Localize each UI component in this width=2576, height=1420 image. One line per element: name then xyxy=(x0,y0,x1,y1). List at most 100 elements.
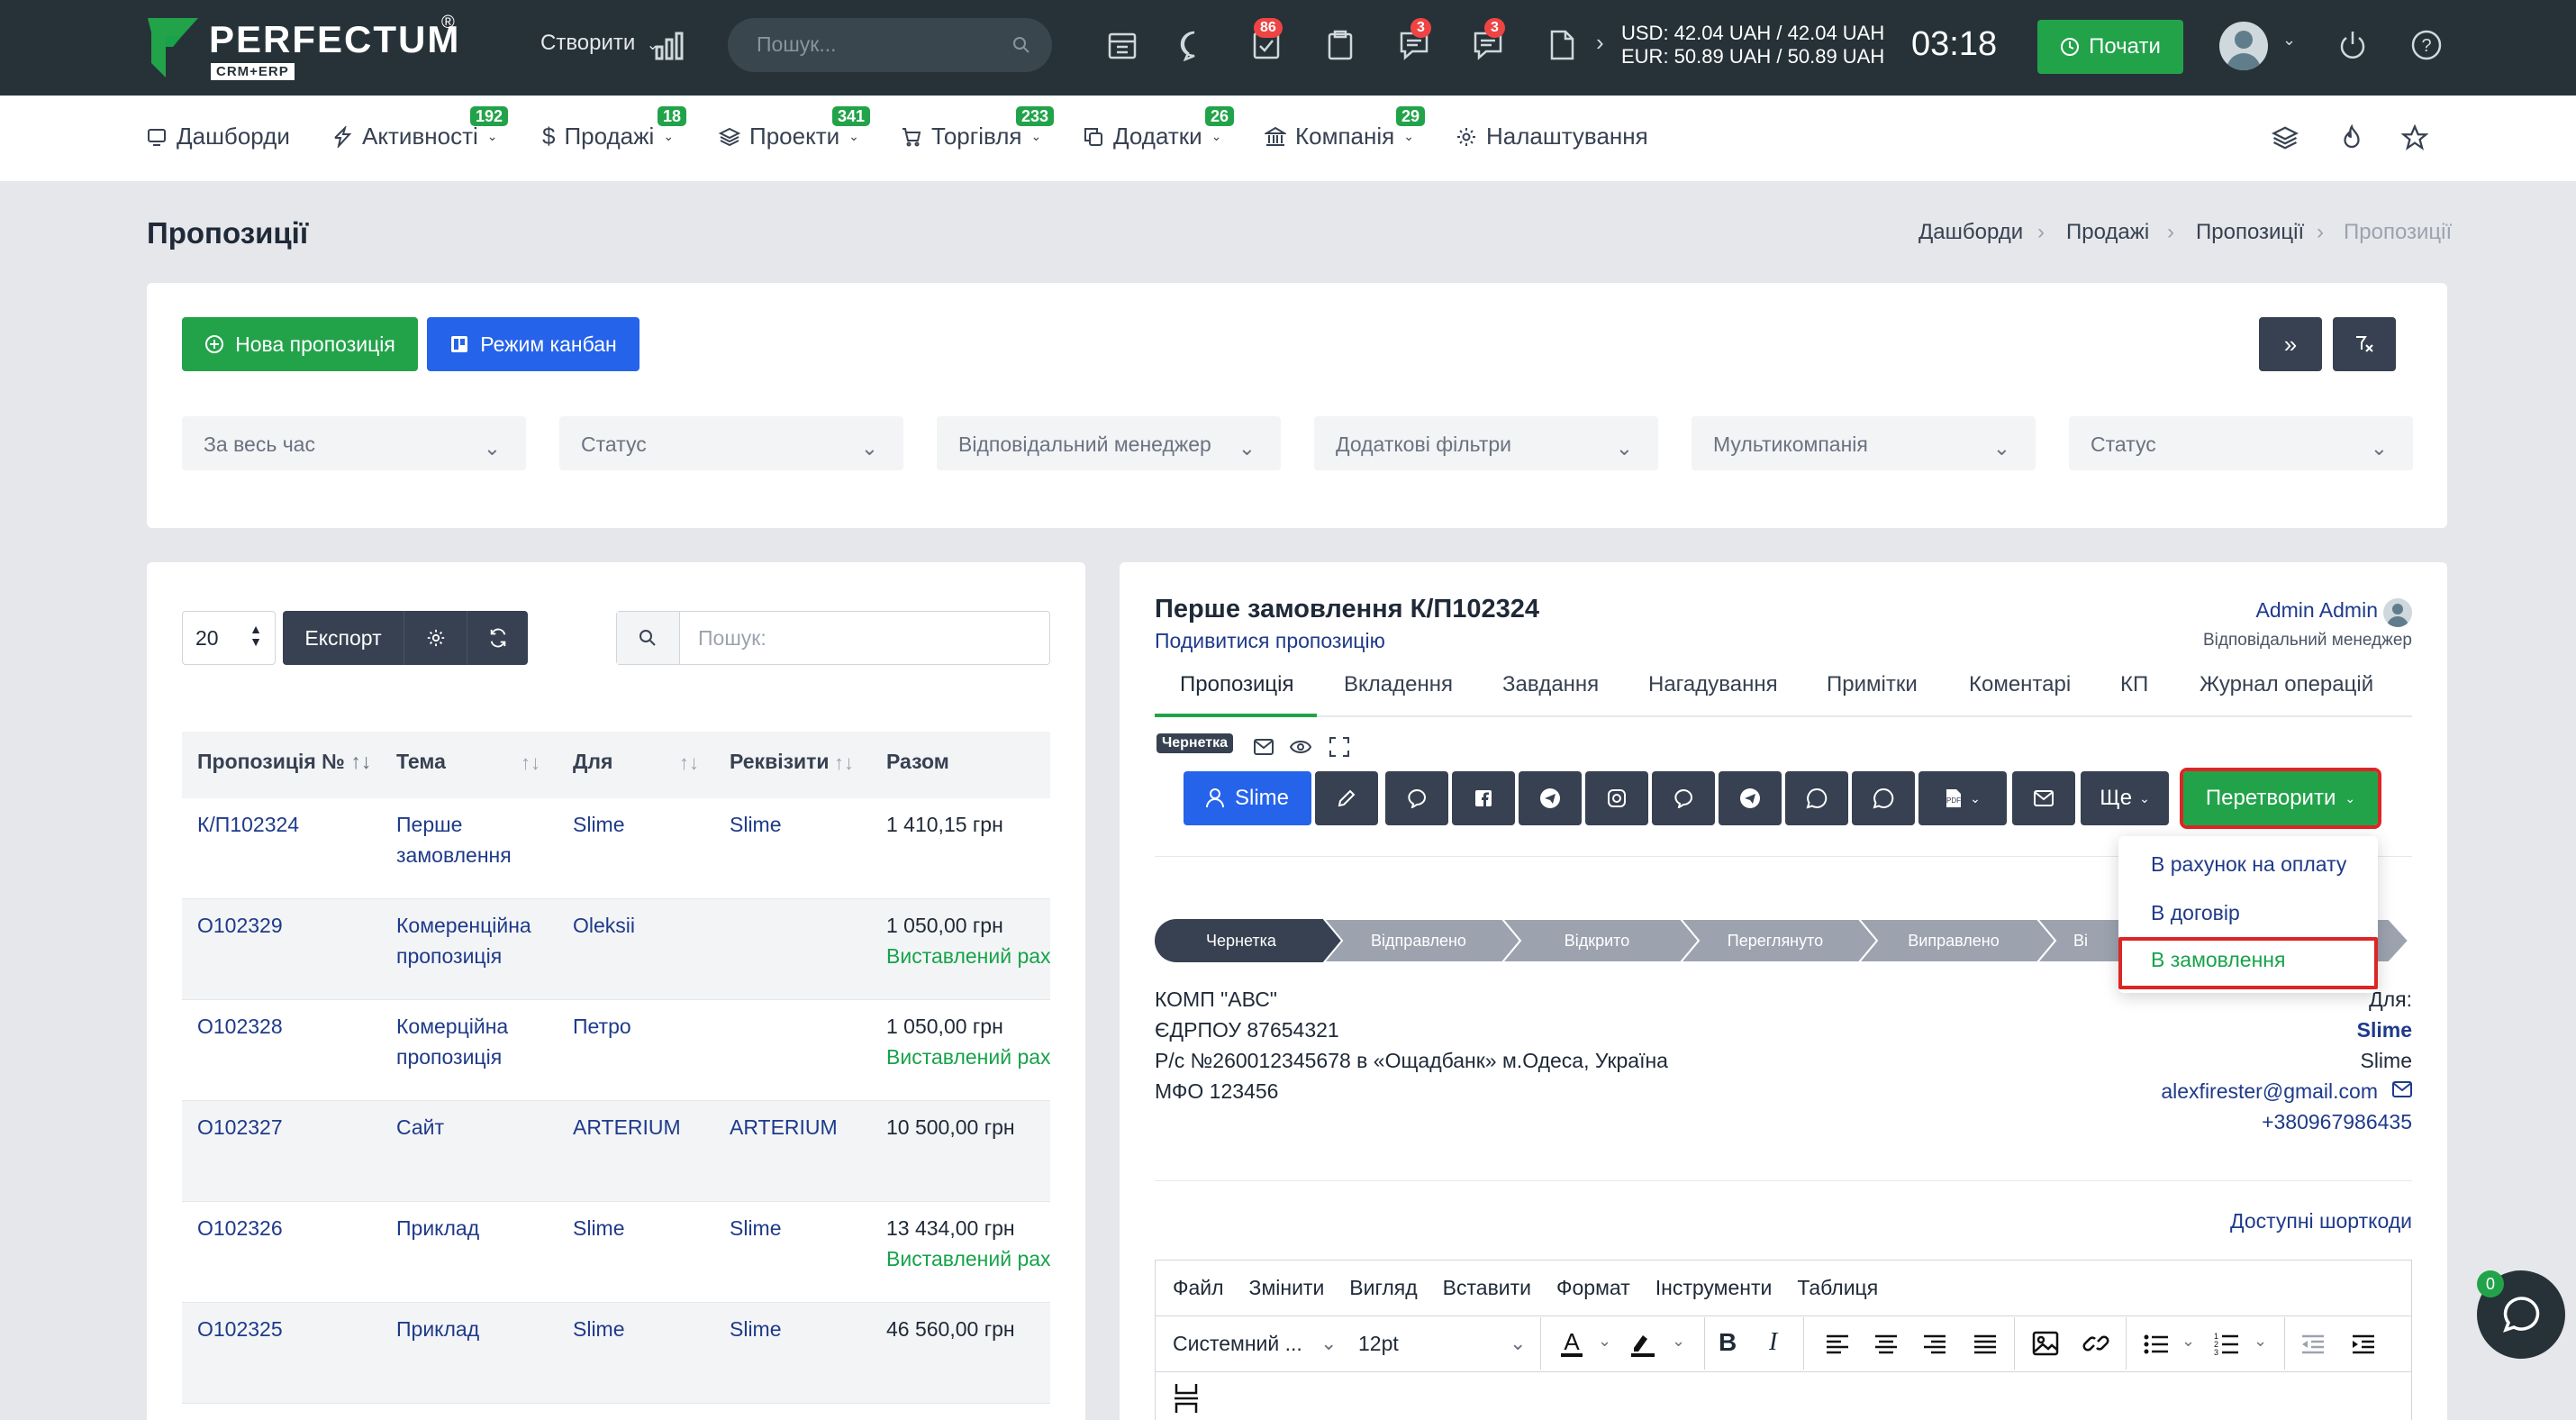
indent-icon[interactable] xyxy=(2351,1334,2376,1355)
convert-to-order[interactable]: В замовлення xyxy=(2151,948,2285,972)
chat-icon[interactable] xyxy=(1178,29,1211,61)
client-phone[interactable]: +380967986435 xyxy=(2262,1110,2412,1134)
chevron-down-icon[interactable]: ⌄ xyxy=(2282,31,2296,50)
document-icon[interactable] xyxy=(1546,29,1578,61)
clear-filters-button[interactable] xyxy=(2333,317,2396,371)
menu-insert[interactable]: Вставити xyxy=(1443,1276,1531,1300)
row-for[interactable]: Петро xyxy=(573,1011,631,1042)
nav-item-company[interactable]: Компанія ⌄ xyxy=(1265,123,1414,150)
menu-tools[interactable]: Інструменти xyxy=(1655,1276,1773,1300)
facebook-button[interactable] xyxy=(1452,771,1515,825)
row-details[interactable]: Slime xyxy=(730,1213,782,1243)
menu-table[interactable]: Таблиця xyxy=(1797,1276,1878,1300)
row-subject[interactable]: Приклад xyxy=(396,1314,540,1344)
stage-fixed[interactable]: Виправлено xyxy=(1868,921,2039,960)
manager-name[interactable]: Admin Admin xyxy=(2255,598,2378,623)
instagram-button[interactable] xyxy=(1585,771,1648,825)
convert-button[interactable]: Перетворити ⌄ xyxy=(2180,768,2381,829)
edit-button[interactable] xyxy=(1315,771,1378,825)
expand-button[interactable]: » xyxy=(2259,317,2322,371)
start-timer-button[interactable]: Почати xyxy=(2037,20,2183,74)
row-id[interactable]: O102327 xyxy=(197,1112,283,1142)
outdent-icon[interactable] xyxy=(2300,1334,2326,1355)
clipboard-icon[interactable] xyxy=(1324,29,1356,61)
tab-attachments[interactable]: Вкладення xyxy=(1344,672,1453,697)
stage-draft[interactable]: Чернетка xyxy=(1155,921,1328,960)
align-left-icon[interactable] xyxy=(1825,1334,1850,1355)
tab-kp[interactable]: КП xyxy=(2120,672,2148,697)
row-subject[interactable]: Комеренційна пропозиція xyxy=(396,910,540,971)
manager-avatar[interactable] xyxy=(2383,598,2412,627)
row-subject[interactable]: Перше замовлення xyxy=(396,809,540,870)
chevron-down-icon[interactable]: ⌄ xyxy=(1510,1332,1526,1355)
image-icon[interactable] xyxy=(2032,1330,2059,1357)
breadcrumb-proposals[interactable]: Пропозиції xyxy=(2196,220,2304,245)
tab-tasks[interactable]: Завдання xyxy=(1502,672,1599,697)
align-right-icon[interactable] xyxy=(1922,1334,1947,1355)
bullet-list-icon[interactable] xyxy=(2144,1334,2169,1355)
shortcodes-link[interactable]: Доступні шорткоди xyxy=(2230,1209,2412,1233)
link-icon[interactable] xyxy=(2082,1330,2109,1357)
viber-button-2[interactable] xyxy=(1652,771,1715,825)
whatsapp-button-2[interactable] xyxy=(1852,771,1915,825)
row-subject[interactable]: Комерційна пропозиція xyxy=(396,1011,540,1072)
chevron-down-icon[interactable]: ⌄ xyxy=(1598,1332,1611,1351)
whatsapp-button[interactable] xyxy=(1785,771,1848,825)
eye-icon[interactable] xyxy=(1290,739,1311,755)
nav-item-addons[interactable]: Додатки ⌄ xyxy=(1083,123,1221,150)
stage-viewed[interactable]: Переглянуто xyxy=(1690,921,1861,960)
viber-button[interactable] xyxy=(1385,771,1448,825)
menu-format[interactable]: Формат xyxy=(1556,1276,1630,1300)
table-row[interactable]: O102326 Приклад Slime Slime 13 434,00 гр… xyxy=(182,1202,1050,1303)
nav-item-settings[interactable]: Налаштування xyxy=(1456,123,1648,150)
chevron-down-icon[interactable]: ⌄ xyxy=(2181,1332,2195,1351)
row-subject[interactable]: Приклад xyxy=(396,1213,540,1243)
tab-notes[interactable]: Примітки xyxy=(1827,672,1918,697)
row-for[interactable]: ARTERIUM xyxy=(573,1112,681,1142)
convert-to-contract[interactable]: В договір xyxy=(2151,901,2240,925)
filter-status-2[interactable]: Статус ⌄ xyxy=(2069,416,2413,470)
telegram-button[interactable] xyxy=(1519,771,1582,825)
font-family-select[interactable]: Системний ... xyxy=(1173,1332,1302,1356)
menu-edit[interactable]: Змінити xyxy=(1249,1276,1325,1300)
more-button[interactable]: Ще ⌄ xyxy=(2081,771,2169,825)
filter-additional[interactable]: Додаткові фільтри ⌄ xyxy=(1314,416,1658,470)
layers-icon[interactable] xyxy=(2272,124,2299,151)
chevron-down-icon[interactable]: ⌄ xyxy=(1672,1332,1685,1351)
star-icon[interactable] xyxy=(2401,124,2428,151)
row-details[interactable]: ARTERIUM xyxy=(730,1112,838,1142)
font-size-select[interactable]: 12pt xyxy=(1358,1332,1399,1356)
numbered-list-icon[interactable]: 123 xyxy=(2214,1332,2239,1357)
pdf-dropdown-button[interactable]: PDF ⌄ xyxy=(1918,771,2007,825)
row-id[interactable]: O102325 xyxy=(197,1314,283,1344)
user-avatar[interactable] xyxy=(2219,22,2268,70)
breadcrumb-sales[interactable]: Продажі xyxy=(2066,220,2149,245)
mail-icon[interactable] xyxy=(1254,739,1274,755)
row-details[interactable]: Slime xyxy=(730,809,782,840)
row-for[interactable]: Slime xyxy=(573,1314,625,1344)
table-row[interactable]: O102329 Комеренційна пропозиція Oleksii … xyxy=(182,899,1050,1000)
row-subject[interactable]: Сайт xyxy=(396,1112,540,1142)
stage-opened[interactable]: Відкрито xyxy=(1511,921,1683,960)
telegram-button-2[interactable] xyxy=(1719,771,1782,825)
row-id[interactable]: К/П102324 xyxy=(197,809,299,840)
client-name[interactable]: Slime xyxy=(2357,1018,2412,1042)
power-icon[interactable] xyxy=(2336,29,2369,61)
client-button[interactable]: Slime xyxy=(1184,771,1311,825)
chevron-right-icon[interactable]: › xyxy=(1596,29,1604,57)
row-id[interactable]: O102329 xyxy=(197,910,283,941)
text-color-icon[interactable]: A xyxy=(1558,1328,1585,1359)
menu-file[interactable]: Файл xyxy=(1173,1276,1224,1300)
chevron-down-icon[interactable]: ⌄ xyxy=(2254,1332,2267,1351)
row-for[interactable]: Oleksii xyxy=(573,910,635,941)
italic-icon[interactable]: I xyxy=(1769,1328,1777,1357)
row-id[interactable]: O102328 xyxy=(197,1011,283,1042)
table-row[interactable]: O102327 Сайт ARTERIUM ARTERIUM 10 500,00… xyxy=(182,1101,1050,1202)
menu-view[interactable]: Вигляд xyxy=(1349,1276,1417,1300)
highlight-icon[interactable] xyxy=(1628,1328,1657,1359)
chevron-down-icon[interactable]: ⌄ xyxy=(1320,1332,1337,1355)
tab-proposal[interactable]: Пропозиція xyxy=(1180,672,1294,697)
fire-icon[interactable] xyxy=(2338,124,2365,151)
breadcrumb-dashboards[interactable]: Дашборди xyxy=(1918,220,2023,245)
calendar-icon[interactable] xyxy=(1106,29,1138,61)
